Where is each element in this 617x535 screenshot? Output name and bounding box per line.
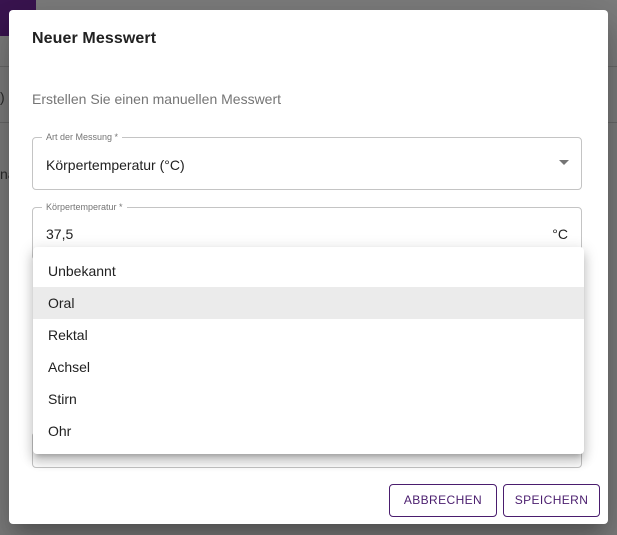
- option-stirn[interactable]: Stirn: [33, 383, 584, 415]
- option-achsel[interactable]: Achsel: [33, 351, 584, 383]
- temperature-unit: °C: [552, 226, 568, 242]
- measurement-type-select[interactable]: Art der Messung * Körpertemperatur (°C): [32, 131, 582, 190]
- background-text-fragment: ): [0, 89, 5, 105]
- save-button[interactable]: SPEICHERN: [503, 484, 600, 517]
- dropdown-arrow-icon[interactable]: [559, 160, 569, 165]
- temperature-label: Körpertemperatur *: [42, 201, 127, 213]
- option-rektal[interactable]: Rektal: [33, 319, 584, 351]
- option-oral[interactable]: Oral: [33, 287, 584, 319]
- temperature-value[interactable]: 37,5: [46, 226, 73, 242]
- measurement-location-listbox: Unbekannt Oral Rektal Achsel Stirn Ohr: [33, 247, 584, 454]
- option-ohr[interactable]: Ohr: [33, 415, 584, 447]
- cancel-button[interactable]: ABBRECHEN: [389, 484, 497, 517]
- option-unbekannt[interactable]: Unbekannt: [33, 255, 584, 287]
- dialog-title: Neuer Messwert: [32, 30, 157, 47]
- measurement-type-value: Körpertemperatur (°C): [46, 157, 185, 173]
- measurement-type-label: Art der Messung *: [42, 131, 123, 143]
- dialog-subtitle: Erstellen Sie einen manuellen Messwert: [32, 91, 282, 107]
